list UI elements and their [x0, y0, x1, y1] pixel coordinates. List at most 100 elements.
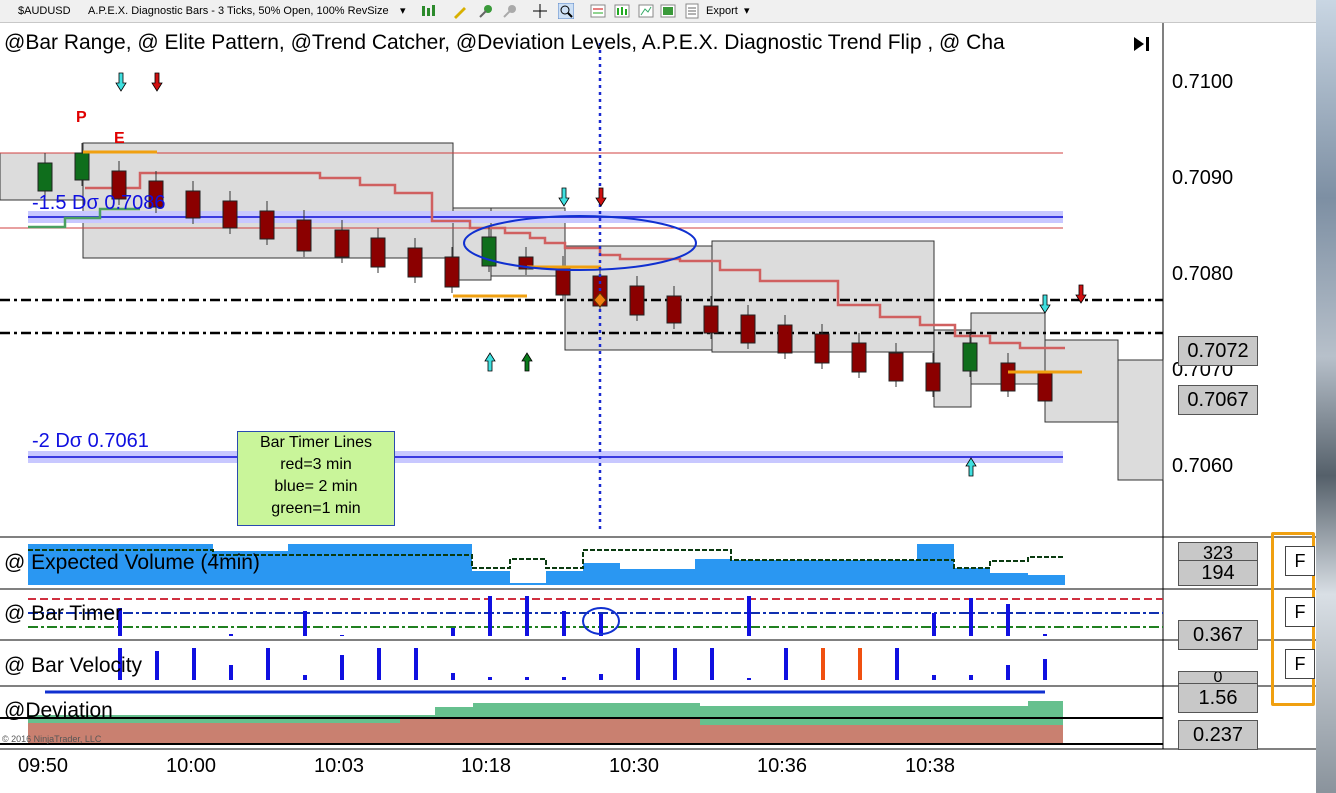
velocity-bar: [784, 648, 788, 680]
timer-bar: [747, 596, 751, 636]
crosshair-icon[interactable]: [532, 3, 548, 19]
legend-title: Bar Timer Lines: [259, 434, 373, 451]
timer-bar: [451, 628, 455, 636]
chart-area[interactable]: @Bar Range, @ Elite Pattern, @Trend Catc…: [0, 23, 1316, 793]
deviation-level-label: -1.5 Dσ 0.7086: [32, 192, 166, 214]
indicator-list-title: @Bar Range, @ Elite Pattern, @Trend Catc…: [4, 31, 1005, 54]
export-menu[interactable]: Export: [706, 3, 738, 19]
bar-style-icon[interactable]: [420, 3, 436, 19]
filter-button[interactable]: F: [1285, 597, 1315, 627]
candle-bar: [925, 362, 941, 392]
copyright-text: © 2016 NinjaTrader, LLC: [2, 734, 102, 744]
panel-title: @ Expected Volume (4min): [4, 551, 260, 574]
drawing-tool-icon[interactable]: [452, 3, 468, 19]
legend-line: blue= 2 min: [274, 478, 358, 495]
candle-bar: [962, 342, 978, 372]
price-axis-label: 0.7080: [1172, 263, 1234, 285]
candle-bar: [407, 247, 423, 278]
chart-properties-icon[interactable]: [590, 3, 606, 19]
timer-bar: [562, 611, 566, 636]
velocity-bar: [155, 651, 159, 680]
bar-range-box: [1044, 339, 1119, 423]
candle-bar: [1000, 362, 1016, 392]
time-axis-label: 10:36: [757, 755, 808, 777]
price-axis-label: 0.7100: [1172, 71, 1234, 93]
velocity-bar: [895, 648, 899, 680]
velocity-bar: [1043, 659, 1047, 680]
candle-bar: [851, 342, 867, 373]
chart-canvas[interactable]: [0, 23, 1316, 793]
data-series-icon[interactable]: [660, 3, 676, 19]
velocity-bar: [340, 655, 344, 680]
legend-line: green=1 min: [271, 500, 361, 517]
velocity-bar: [710, 648, 714, 680]
bar-timer-legend: Bar Timer Lines red=3 min blue= 2 min gr…: [237, 431, 395, 526]
candle-bar: [629, 285, 645, 316]
pattern-letter: P: [76, 109, 87, 126]
price-marker: 0.7072: [1178, 336, 1258, 366]
candle-bar: [296, 219, 312, 252]
panel-value-marker: 1.56: [1178, 683, 1258, 713]
candle-bar: [370, 237, 386, 268]
velocity-bar: [525, 677, 529, 680]
timer-bar: [969, 598, 973, 636]
time-axis-label: 10:38: [905, 755, 956, 777]
filter-button[interactable]: F: [1285, 649, 1315, 679]
legend-line: red=3 min: [280, 456, 352, 473]
pattern-letter: E: [114, 130, 125, 147]
zoom-icon[interactable]: [558, 3, 574, 19]
time-axis-label: 10:03: [314, 755, 365, 777]
velocity-bar: [747, 678, 751, 680]
velocity-bar: [488, 677, 492, 680]
candle-bar: [444, 256, 460, 288]
data-box-icon[interactable]: [684, 3, 700, 19]
time-axis-label: 10:00: [166, 755, 217, 777]
pin-off-icon[interactable]: [502, 3, 518, 19]
velocity-bar: [673, 648, 677, 680]
timer-bar: [599, 614, 603, 636]
time-axis-label: 10:30: [609, 755, 660, 777]
candle-bar: [703, 305, 719, 334]
timer-bar: [488, 596, 492, 636]
price-axis-label: 0.7060: [1172, 455, 1234, 477]
candle-bar: [1037, 372, 1053, 402]
instrument-selector[interactable]: $AUDUSD: [18, 3, 71, 19]
candle-bar: [666, 295, 682, 324]
candle-bar: [777, 324, 793, 354]
time-axis-label: 09:50: [18, 755, 69, 777]
chevron-down-icon[interactable]: ▾: [744, 3, 750, 19]
panel-value-marker: 194: [1178, 560, 1258, 586]
chart-type-selector[interactable]: A.P.E.X. Diagnostic Bars - 3 Ticks, 50% …: [88, 3, 389, 19]
candle-bar: [814, 333, 830, 364]
velocity-bar: [932, 675, 936, 680]
time-axis-label: 10:18: [461, 755, 512, 777]
indicators-icon[interactable]: [614, 3, 630, 19]
candle-bar: [185, 190, 201, 219]
panel-value-marker: 0.237: [1178, 720, 1258, 750]
strategies-icon[interactable]: [638, 3, 654, 19]
filter-button[interactable]: F: [1285, 546, 1315, 576]
velocity-bar: [969, 675, 973, 680]
velocity-bar: [599, 674, 603, 680]
timer-bar: [1006, 604, 1010, 636]
candle-bar: [74, 152, 90, 181]
chart-toolbar: $AUDUSD A.P.E.X. Diagnostic Bars - 3 Tic…: [0, 0, 1316, 23]
panel-title: @ Bar Timer: [4, 602, 123, 625]
bar-range-box: [1117, 359, 1164, 481]
candle-bar: [334, 229, 350, 258]
price-axis-label: 0.7090: [1172, 167, 1234, 189]
candle-bar: [222, 200, 238, 229]
velocity-bar: [414, 648, 418, 680]
timer-bar: [303, 611, 307, 636]
play-icon[interactable]: [1132, 35, 1154, 53]
velocity-bar: [562, 677, 566, 680]
panel-title: @Deviation: [4, 699, 113, 722]
velocity-bar: [192, 648, 196, 680]
candle-bar: [888, 352, 904, 382]
chevron-down-icon[interactable]: ▾: [400, 3, 406, 19]
pin-icon[interactable]: [478, 3, 494, 19]
timer-bar: [229, 634, 233, 636]
deviation-level-label: -2 Dσ 0.7061: [32, 430, 149, 452]
timer-bar: [932, 613, 936, 636]
velocity-bar: [821, 648, 825, 680]
